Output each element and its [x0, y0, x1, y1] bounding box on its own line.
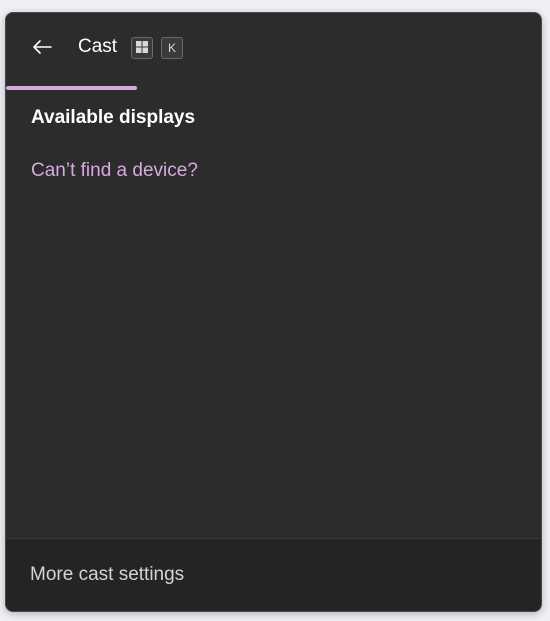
- cant-find-device-link[interactable]: Can’t find a device?: [31, 160, 198, 182]
- shortcut-win-key: [131, 37, 153, 59]
- flyout-title: Cast: [78, 36, 118, 57]
- flyout-footer: More cast settings: [6, 538, 541, 611]
- back-button[interactable]: [26, 33, 58, 65]
- more-cast-settings-link[interactable]: More cast settings: [30, 564, 184, 586]
- cast-flyout: Cast K Available displays Can’t find a d…: [5, 12, 542, 612]
- searching-progress-bar: [6, 86, 137, 90]
- arrow-left-icon: [32, 39, 52, 59]
- windows-logo-icon: [136, 40, 148, 56]
- flyout-header: Cast K: [6, 13, 541, 85]
- available-displays-heading: Available displays: [31, 107, 196, 128]
- shortcut-k-key: K: [161, 37, 183, 59]
